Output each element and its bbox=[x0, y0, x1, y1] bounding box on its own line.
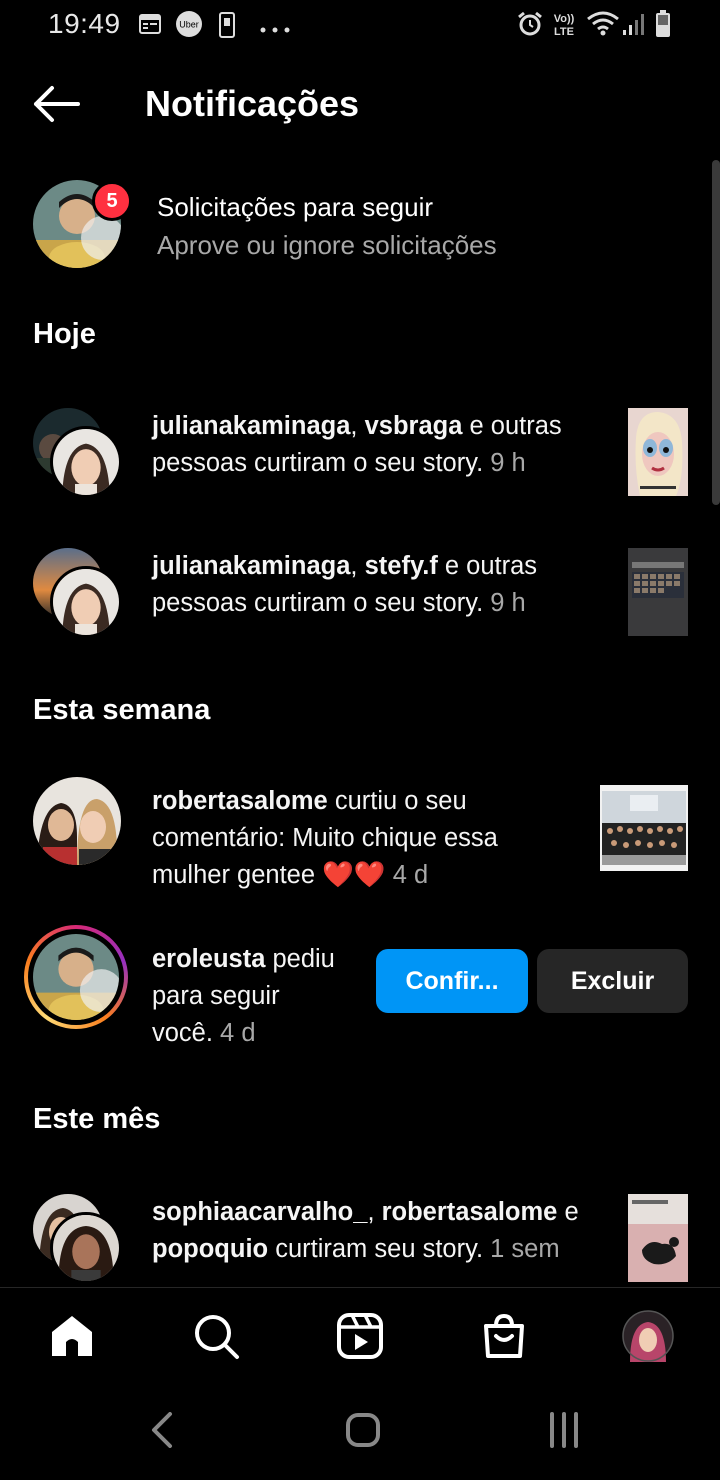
calendar-icon bbox=[138, 12, 162, 41]
volte-icon: Vo)) LTE bbox=[550, 10, 578, 43]
list-item[interactable]: julianakaminaga, vsbraga e outras pessoa… bbox=[0, 400, 720, 510]
nav-reels[interactable] bbox=[334, 1312, 386, 1364]
reels-icon bbox=[336, 1312, 384, 1365]
avatar[interactable] bbox=[33, 777, 121, 865]
more-dots-icon bbox=[260, 20, 290, 38]
follow-requests-title: Solicitações para seguir bbox=[157, 192, 434, 222]
svg-text:Vo)): Vo)) bbox=[554, 13, 575, 25]
notification-text: eroleusta pediu para seguir você. 4 d bbox=[152, 945, 335, 1047]
notification-text: robertasalome curtiu o seu comentário: M… bbox=[152, 787, 498, 889]
system-nav-bar bbox=[0, 1390, 720, 1480]
avatar[interactable] bbox=[50, 566, 122, 638]
uber-icon: Uber bbox=[175, 10, 203, 43]
phone-icon bbox=[218, 12, 236, 43]
nav-shop[interactable] bbox=[478, 1312, 530, 1364]
list-item[interactable]: robertasalome curtiu o seu comentário: M… bbox=[0, 775, 720, 905]
nav-profile[interactable] bbox=[622, 1309, 674, 1367]
profile-avatar bbox=[622, 1309, 674, 1367]
nav-home[interactable] bbox=[46, 1312, 98, 1364]
story-thumbnail[interactable] bbox=[628, 1194, 688, 1282]
avatar-story-ring[interactable] bbox=[24, 925, 128, 1029]
wifi-icon bbox=[586, 10, 620, 41]
avatar[interactable] bbox=[50, 426, 122, 498]
shop-icon bbox=[480, 1312, 528, 1365]
story-thumbnail[interactable] bbox=[628, 408, 688, 496]
back-button[interactable] bbox=[30, 84, 82, 124]
section-title-today: Hoje bbox=[33, 318, 96, 350]
arrow-left-icon bbox=[30, 86, 82, 128]
page-title: Notificações bbox=[145, 83, 360, 124]
post-thumbnail[interactable] bbox=[600, 785, 688, 871]
status-bar: 19:49 Uber Vo)) LTE bbox=[0, 0, 720, 50]
system-back-icon[interactable] bbox=[150, 1412, 174, 1453]
section-title-this-month: Este mês bbox=[33, 1103, 161, 1135]
story-thumbnail[interactable] bbox=[628, 548, 688, 636]
section-title-this-week: Esta semana bbox=[33, 694, 211, 726]
system-recents-icon[interactable] bbox=[548, 1412, 580, 1453]
notification-text: sophiaacarvalho_, robertasalome e popoqu… bbox=[152, 1198, 579, 1263]
delete-button[interactable]: Excluir bbox=[537, 949, 688, 1013]
notification-text: julianakaminaga, vsbraga e outras pessoa… bbox=[152, 412, 562, 477]
home-icon bbox=[48, 1312, 96, 1365]
follow-requests-subtitle: Aprove ou ignore solicitações bbox=[157, 230, 497, 260]
signal-icon bbox=[622, 12, 646, 41]
battery-icon bbox=[655, 10, 671, 43]
notification-text: julianakaminaga, stefy.f e outras pessoa… bbox=[152, 552, 538, 617]
header: Notificações bbox=[0, 70, 720, 140]
svg-text:Uber: Uber bbox=[179, 20, 199, 30]
avatar[interactable] bbox=[50, 1212, 122, 1284]
alarm-icon bbox=[516, 10, 544, 43]
svg-text:LTE: LTE bbox=[554, 26, 574, 38]
follow-requests-row[interactable]: 5 Solicitações para seguir Aprove ou ign… bbox=[0, 175, 720, 275]
search-icon bbox=[192, 1312, 240, 1365]
request-count-badge: 5 bbox=[92, 181, 132, 221]
system-home-icon[interactable] bbox=[345, 1412, 381, 1453]
bottom-nav bbox=[0, 1287, 720, 1387]
list-item[interactable]: julianakaminaga, stefy.f e outras pessoa… bbox=[0, 540, 720, 650]
nav-search[interactable] bbox=[190, 1312, 242, 1364]
list-item[interactable]: sophiaacarvalho_, robertasalome e popoqu… bbox=[0, 1186, 720, 1286]
confirm-button[interactable]: Confir... bbox=[376, 949, 528, 1013]
status-time: 19:49 bbox=[48, 8, 121, 39]
